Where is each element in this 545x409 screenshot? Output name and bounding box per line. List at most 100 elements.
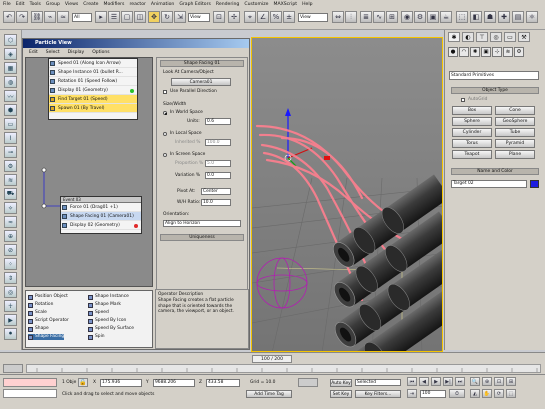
key-filters-button[interactable]: Key Filters... [355, 390, 401, 398]
pv-menu-options[interactable]: Options [92, 50, 109, 55]
y-coordinate-field[interactable]: 9688.206 [153, 379, 195, 387]
toy-car-icon[interactable]: ⛟ [4, 188, 17, 200]
lock-selection-icon[interactable]: 🔒 [78, 378, 88, 387]
time-slider[interactable]: 100 / 200 [252, 355, 292, 363]
time-configuration-icon[interactable]: ⏱ [449, 389, 465, 398]
pivot-at-dropdown[interactable]: Center [201, 188, 231, 195]
in-world-space-radio[interactable] [163, 111, 167, 115]
event-03-box[interactable]: Event 03 Force 01 (Drag01 +1) Shape Faci… [60, 196, 142, 234]
shape-facing-rollout-header[interactable]: Shape Facing 01 [160, 60, 244, 67]
select-move-icon[interactable]: ✥ [148, 11, 160, 23]
maximize-viewport-icon[interactable]: ⬚ [506, 389, 516, 398]
quick-render-icon[interactable]: ☕ [440, 11, 452, 23]
teapot-button[interactable]: Teapot [452, 150, 492, 159]
menu-group[interactable]: Group [46, 2, 60, 7]
curve-editor-icon[interactable]: ∿ [373, 11, 385, 23]
lights-icon[interactable]: ✺ [470, 47, 480, 57]
depot-item[interactable]: Shape Mark [88, 302, 121, 308]
mirror-icon[interactable]: ⇔ [332, 11, 344, 23]
named-selection-sets-dropdown[interactable]: View [298, 13, 328, 22]
motor-icon[interactable]: ⚙ [4, 160, 17, 172]
arc-rotate-icon[interactable]: ⟳ [494, 389, 504, 398]
maxscript-listener-mini[interactable] [3, 378, 57, 387]
pv-menu-select[interactable]: Select [46, 50, 60, 55]
undo-icon[interactable]: ↶ [3, 11, 15, 23]
tube-button[interactable]: Tube [495, 128, 535, 137]
perspective-viewport[interactable] [251, 37, 443, 352]
depot-item[interactable]: Speed [88, 310, 109, 316]
event-row[interactable]: Display 01 (Geometry) [49, 86, 137, 95]
select-rotate-icon[interactable]: ↻ [161, 11, 173, 23]
event-row[interactable]: Spawn 01 (By Travel) [49, 104, 137, 113]
spring-icon[interactable]: ⌇ [4, 132, 17, 144]
event-graph[interactable]: Speed 01 (Along Icon Arrow) Shape Instan… [25, 57, 153, 287]
key-mode-dropdown[interactable]: Selected [355, 379, 401, 386]
helpers-icon[interactable]: ⊹ [492, 47, 502, 57]
link-icon[interactable]: ⛓ [31, 11, 43, 23]
activeshade-icon[interactable]: ▤ [512, 11, 524, 23]
constraint-icon[interactable]: ⊕ [4, 230, 17, 242]
auto-key-button[interactable]: Auto Key [330, 379, 352, 387]
orientation-dropdown[interactable]: Align to Horizon [163, 220, 241, 227]
go-to-start-icon[interactable]: ⏮ [407, 377, 417, 386]
teapot-icon[interactable]: ☗ [484, 11, 496, 23]
cameras-icon[interactable]: ▣ [481, 47, 491, 57]
render-setup-icon[interactable]: ⚙ [414, 11, 426, 23]
select-by-name-icon[interactable]: ☰ [108, 11, 120, 23]
cylinder-button[interactable]: Cylinder [452, 128, 492, 137]
select-object-icon[interactable]: ▸ [95, 11, 107, 23]
display-tab-icon[interactable]: ▭ [504, 32, 516, 42]
point-point-icon[interactable]: ⁘ [4, 258, 17, 270]
depot-item[interactable]: Shape [28, 326, 49, 332]
current-frame-field[interactable]: 100 [420, 390, 446, 398]
wind-icon[interactable]: ≋ [4, 174, 17, 186]
display-color-swatch[interactable] [134, 224, 138, 228]
region-select-icon[interactable]: ▢ [121, 11, 133, 23]
plane-button[interactable]: Plane [495, 150, 535, 159]
menu-maxscript[interactable]: MAXScript [273, 2, 297, 7]
units-field[interactable]: 0.6 [205, 118, 231, 125]
bind-space-warp-icon[interactable]: ≈ [57, 11, 69, 23]
plane-icon[interactable]: ▭ [4, 118, 17, 130]
x-coordinate-field[interactable]: 175.936 [100, 379, 142, 387]
rope-icon[interactable]: 〰 [4, 90, 17, 102]
zoom-all-icon[interactable]: ⊕ [482, 377, 492, 386]
spinner-snap-icon[interactable]: ± [283, 11, 295, 23]
create-animation-icon[interactable]: ⏺ [4, 328, 17, 340]
uniqueness-rollout-header[interactable]: Uniqueness [160, 234, 244, 241]
menu-create[interactable]: Create [83, 2, 98, 7]
helpers-icon[interactable]: ✚ [498, 11, 510, 23]
pv-menu-display[interactable]: Display [68, 50, 85, 55]
hinge-icon[interactable]: ⊘ [4, 244, 17, 256]
redo-icon[interactable]: ↷ [16, 11, 28, 23]
reactor-icon[interactable]: ⚛ [526, 11, 538, 23]
reference-coord-dropdown[interactable]: View [188, 13, 210, 22]
layer-manager-icon[interactable]: ≣ [360, 11, 372, 23]
event-row[interactable]: Speed 01 (Along Icon Arrow) [49, 59, 137, 68]
depot-item[interactable]: Speed By Surface [88, 326, 134, 332]
variation-field[interactable]: 0.0 [205, 172, 231, 179]
window-crossing-icon[interactable]: ◫ [134, 11, 146, 23]
ragdoll-icon[interactable]: ☥ [4, 300, 17, 312]
add-time-tag-button[interactable]: Add Time Tag [246, 390, 292, 398]
box-button[interactable]: Box [452, 106, 492, 115]
snap-toggle-icon[interactable]: ⌖ [244, 11, 256, 23]
shapes-icon[interactable]: ◠ [459, 47, 469, 57]
soft-body-icon[interactable]: ◍ [4, 76, 17, 88]
category-dropdown[interactable]: Standard Primitives [449, 71, 539, 80]
use-parallel-checkbox[interactable] [163, 90, 167, 94]
depot-item-selected[interactable]: Shape Facing [28, 334, 65, 340]
render-frame-icon[interactable]: ▣ [427, 11, 439, 23]
event-row[interactable]: Find Target 01 (Speed) [49, 95, 137, 104]
maximize-icon[interactable]: ⬚ [456, 11, 468, 23]
menu-customize[interactable]: Customize [244, 2, 268, 7]
field-of-view-icon[interactable]: ◭ [470, 389, 480, 398]
event-row[interactable]: Shape Instance 01 (bullet R... [49, 68, 137, 77]
particle-view-titlebar[interactable]: Particle View [23, 39, 249, 48]
menu-views[interactable]: Views [65, 2, 78, 7]
event-row[interactable]: Display 02 (Geometry) [61, 221, 141, 230]
systems-icon[interactable]: ⚙ [514, 47, 524, 57]
sphere-button[interactable]: Sphere [452, 117, 492, 126]
play-icon[interactable]: ▶ [431, 377, 441, 386]
event-01-box[interactable]: Speed 01 (Along Icon Arrow) Shape Instan… [48, 58, 138, 120]
